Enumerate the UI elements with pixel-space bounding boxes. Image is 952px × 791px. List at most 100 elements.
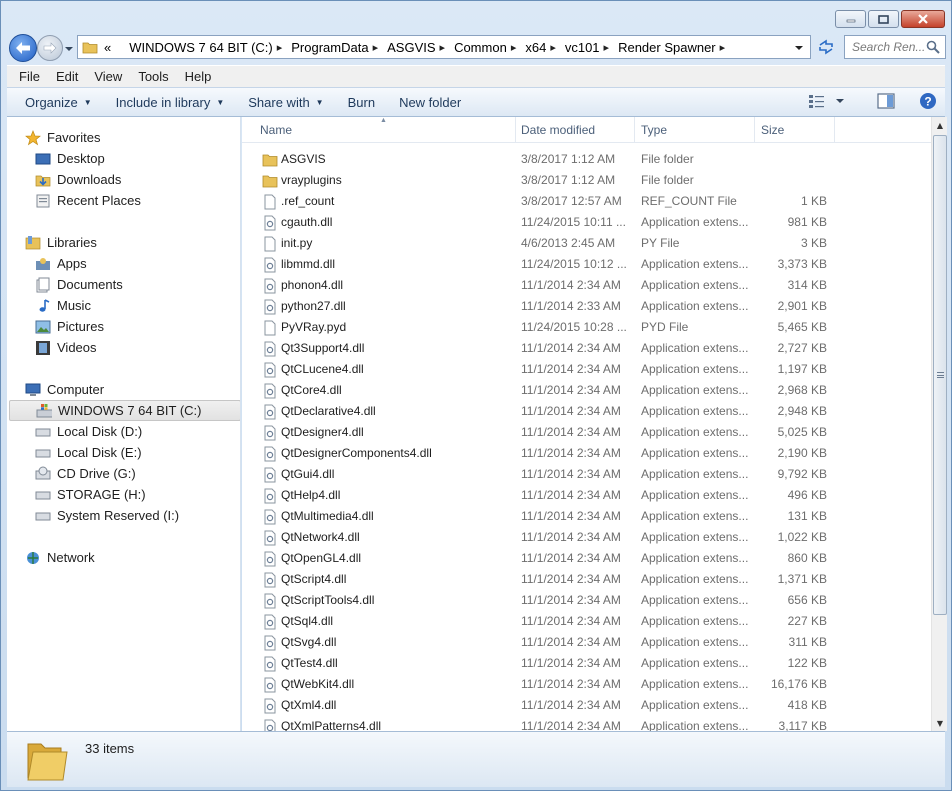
menu-edit[interactable]: Edit	[48, 69, 86, 84]
back-button[interactable]	[9, 34, 37, 62]
table-row[interactable]: Qt3Support4.dll 11/1/2014 2:34 AM Applicat…	[242, 338, 931, 359]
file-name[interactable]: phonon4.dll	[281, 275, 511, 296]
file-name[interactable]: QtXml4.dll	[281, 695, 511, 716]
breadcrumb-chevron-icon[interactable]: ▸	[277, 41, 283, 54]
burn-button[interactable]: Burn	[336, 95, 387, 110]
breadcrumb-item[interactable]: ProgramData	[291, 40, 368, 55]
include-in-library-button[interactable]: Include in library ▼	[104, 95, 237, 110]
file-name[interactable]: init.py	[281, 233, 511, 254]
table-row[interactable]: QtOpenGL4.dll 11/1/2014 2:34 AM Applicatio…	[242, 548, 931, 569]
address-dropdown-icon[interactable]	[794, 44, 804, 52]
view-options-icon[interactable]	[807, 92, 827, 110]
scroll-down-icon[interactable]: ▼	[932, 715, 948, 731]
file-name[interactable]: QtDesigner4.dll	[281, 422, 511, 443]
breadcrumb-chevron-icon[interactable]: ▸	[720, 41, 726, 54]
table-row[interactable]: libmmd.dll 11/24/2015 10:12 ... Applicatio…	[242, 254, 931, 275]
table-row[interactable]: phonon4.dll 11/1/2014 2:34 AM Application …	[242, 275, 931, 296]
column-type[interactable]: Type	[635, 117, 755, 143]
search-icon[interactable]	[926, 40, 940, 54]
table-row[interactable]: QtCore4.dll 11/1/2014 2:34 AM Application …	[242, 380, 931, 401]
scroll-up-icon[interactable]: ▲	[932, 117, 948, 133]
nav-recent-places[interactable]: Recent Places	[35, 190, 240, 211]
file-name[interactable]: .ref_count	[281, 191, 511, 212]
search-input[interactable]	[852, 40, 926, 54]
help-icon[interactable]: ?	[919, 92, 937, 110]
nav-network[interactable]: Network	[25, 547, 240, 568]
breadcrumb-overflow[interactable]: «	[104, 40, 111, 55]
breadcrumb-item[interactable]: ASGVIS	[387, 40, 435, 55]
file-name[interactable]: QtDeclarative4.dll	[281, 401, 511, 422]
breadcrumb-chevron-icon[interactable]: ▸	[511, 41, 517, 54]
table-row[interactable]: QtDeclarative4.dll 11/1/2014 2:34 AM Appli…	[242, 401, 931, 422]
nav-downloads[interactable]: Downloads	[35, 169, 240, 190]
table-row[interactable]: QtScript4.dll 11/1/2014 2:34 AM Applicatio…	[242, 569, 931, 590]
table-row[interactable]: QtXmlPatterns4.dll 11/1/2014 2:34 AM Appli…	[242, 716, 931, 731]
column-date-modified[interactable]: Date modified	[515, 117, 635, 143]
file-name[interactable]: QtWebKit4.dll	[281, 674, 511, 695]
scrollbar-thumb[interactable]	[933, 135, 947, 615]
file-name[interactable]: QtSvg4.dll	[281, 632, 511, 653]
file-name[interactable]: QtGui4.dll	[281, 464, 511, 485]
nav-documents[interactable]: Documents	[35, 274, 240, 295]
table-row[interactable]: QtMultimedia4.dll 11/1/2014 2:34 AM Applic…	[242, 506, 931, 527]
file-name[interactable]: libmmd.dll	[281, 254, 511, 275]
table-row[interactable]: QtDesignerComponents4.dll 11/1/2014 2:34 …	[242, 443, 931, 464]
refresh-button[interactable]	[813, 35, 839, 59]
file-name[interactable]: QtCore4.dll	[281, 380, 511, 401]
table-row[interactable]: QtDesigner4.dll 11/1/2014 2:34 AM Applicat…	[242, 422, 931, 443]
preview-pane-icon[interactable]	[877, 93, 895, 109]
menu-help[interactable]: Help	[177, 69, 220, 84]
nav-drive-h[interactable]: STORAGE (H:)	[35, 484, 240, 505]
share-with-button[interactable]: Share with ▼	[236, 95, 335, 110]
table-row[interactable]: QtNetwork4.dll 11/1/2014 2:34 AM Applicati…	[242, 527, 931, 548]
file-name[interactable]: QtHelp4.dll	[281, 485, 511, 506]
table-row[interactable]: QtTest4.dll 11/1/2014 2:34 AM Application …	[242, 653, 931, 674]
nav-drive-c[interactable]: WINDOWS 7 64 BIT (C:)	[9, 400, 240, 421]
vertical-scrollbar[interactable]: ▲ ▼	[931, 117, 947, 731]
view-dropdown-icon[interactable]	[835, 97, 845, 105]
nav-drive-i[interactable]: System Reserved (I:)	[35, 505, 240, 526]
file-name[interactable]: QtCLucene4.dll	[281, 359, 511, 380]
file-name[interactable]: QtScript4.dll	[281, 569, 511, 590]
nav-desktop[interactable]: Desktop	[35, 148, 240, 169]
table-row[interactable]: cgauth.dll 11/24/2015 10:11 ... Applicatio…	[242, 212, 931, 233]
file-name[interactable]: QtTest4.dll	[281, 653, 511, 674]
nav-libraries[interactable]: Libraries	[25, 232, 240, 253]
menu-tools[interactable]: Tools	[130, 69, 176, 84]
file-name[interactable]: ASGVIS	[281, 149, 511, 170]
close-button[interactable]	[901, 10, 945, 28]
table-row[interactable]: .ref_count 3/8/2017 12:57 AM REF_COUNT Fil…	[242, 191, 931, 212]
table-row[interactable]: QtXml4.dll 11/1/2014 2:34 AM Application e…	[242, 695, 931, 716]
breadcrumb-item[interactable]: WINDOWS 7 64 BIT (C:)	[129, 40, 273, 55]
file-name[interactable]: QtSql4.dll	[281, 611, 511, 632]
file-name[interactable]: vrayplugins	[281, 170, 511, 191]
table-row[interactable]: QtGui4.dll 11/1/2014 2:34 AM Application e…	[242, 464, 931, 485]
file-name[interactable]: PyVRay.pyd	[281, 317, 511, 338]
table-row[interactable]: QtWebKit4.dll 11/1/2014 2:34 AM Applicatio…	[242, 674, 931, 695]
minimize-button[interactable]	[835, 10, 866, 28]
table-row[interactable]: vrayplugins 3/8/2017 1:12 AM File folder	[242, 170, 931, 191]
table-row[interactable]: QtScriptTools4.dll 11/1/2014 2:34 AM Appli…	[242, 590, 931, 611]
nav-drive-d[interactable]: Local Disk (D:)	[35, 421, 240, 442]
nav-pictures[interactable]: Pictures	[35, 316, 240, 337]
table-row[interactable]: QtHelp4.dll 11/1/2014 2:34 AM Application …	[242, 485, 931, 506]
menu-view[interactable]: View	[86, 69, 130, 84]
column-size[interactable]: Size	[755, 117, 835, 143]
recent-locations-button[interactable]	[64, 43, 74, 53]
forward-button[interactable]	[37, 35, 63, 61]
file-name[interactable]: python27.dll	[281, 296, 511, 317]
search-box[interactable]	[844, 35, 946, 59]
nav-drive-e[interactable]: Local Disk (E:)	[35, 442, 240, 463]
breadcrumb-item[interactable]: vc101	[565, 40, 600, 55]
file-name[interactable]: QtOpenGL4.dll	[281, 548, 511, 569]
maximize-button[interactable]	[868, 10, 899, 28]
breadcrumb-chevron-icon[interactable]: ▸	[373, 41, 379, 54]
file-name[interactable]: QtNetwork4.dll	[281, 527, 511, 548]
nav-favorites[interactable]: Favorites	[25, 127, 240, 148]
file-name[interactable]: QtXmlPatterns4.dll	[281, 716, 511, 731]
breadcrumb-chevron-icon[interactable]: ▸	[604, 41, 610, 54]
nav-drive-g[interactable]: CD Drive (G:)	[35, 463, 240, 484]
table-row[interactable]: init.py 4/6/2013 2:45 AM PY File 3 KB	[242, 233, 931, 254]
table-row[interactable]: ASGVIS 3/8/2017 1:12 AM File folder	[242, 149, 931, 170]
table-row[interactable]: QtCLucene4.dll 11/1/2014 2:34 AM Applicati…	[242, 359, 931, 380]
